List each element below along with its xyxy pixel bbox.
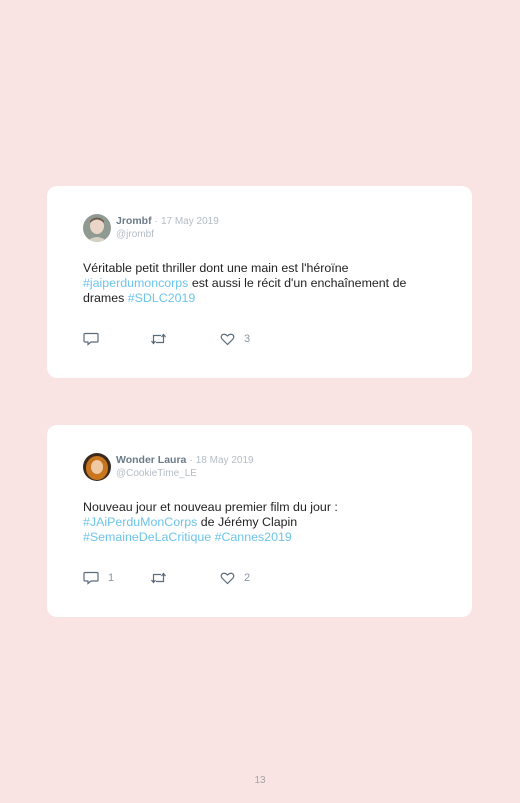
tweet-date[interactable]: 17 May 2019 <box>161 216 219 227</box>
hashtag-link[interactable]: #SemaineDeLaCritique <box>83 530 211 544</box>
separator-dot: · <box>154 215 159 227</box>
retweet-icon <box>151 333 166 345</box>
tweet-text: Véritable petit thriller dont une main e… <box>83 261 443 306</box>
tweet-actions: 1 2 <box>83 571 383 587</box>
reply-icon <box>83 571 99 585</box>
tweet-header: Jrombf · 17 May 2019 @jrombf <box>83 214 219 242</box>
avatar[interactable] <box>83 214 111 242</box>
page-number: 13 <box>254 775 266 786</box>
hashtag-link[interactable]: #Cannes2019 <box>215 530 292 544</box>
tweet-card: Jrombf · 17 May 2019 @jrombf Véritable p… <box>47 186 472 378</box>
retweet-button[interactable] <box>150 332 176 346</box>
author-handle[interactable]: @jrombf <box>116 228 219 241</box>
like-count: 3 <box>244 333 251 345</box>
tweet-actions: 3 <box>83 332 383 348</box>
tweet-text-segment: Véritable petit thriller dont une main e… <box>83 261 349 275</box>
like-count: 2 <box>244 572 251 584</box>
tweet-header: Wonder Laura · 18 May 2019 @CookieTime_L… <box>83 453 254 481</box>
tweet-author-block: Wonder Laura · 18 May 2019 @CookieTime_L… <box>116 454 254 480</box>
author-name[interactable]: Jrombf <box>116 215 152 227</box>
tweet-text: Nouveau jour et nouveau premier film du … <box>83 500 443 545</box>
tweet-author-block: Jrombf · 17 May 2019 @jrombf <box>116 215 219 241</box>
avatar[interactable] <box>83 453 111 481</box>
reply-button[interactable] <box>83 332 108 346</box>
like-button[interactable]: 3 <box>220 332 250 346</box>
hashtag-link[interactable]: #jaiperdumoncorps <box>83 276 188 290</box>
author-handle[interactable]: @CookieTime_LE <box>116 467 254 480</box>
hashtag-link[interactable]: #SDLC2019 <box>128 291 196 305</box>
tweet-card: Wonder Laura · 18 May 2019 @CookieTime_L… <box>47 425 472 617</box>
heart-icon <box>220 572 235 585</box>
tweet-date[interactable]: 18 May 2019 <box>196 455 254 466</box>
like-button[interactable]: 2 <box>220 571 250 585</box>
heart-icon <box>220 333 235 346</box>
hashtag-link[interactable]: #JAiPerduMonCorps <box>83 515 197 529</box>
separator-dot: · <box>189 454 193 466</box>
retweet-icon <box>151 572 166 584</box>
reply-count: 1 <box>108 572 115 584</box>
retweet-button[interactable] <box>150 571 176 585</box>
author-name[interactable]: Wonder Laura <box>116 454 186 466</box>
tweet-text-segment: de Jérémy Clapin <box>197 515 298 529</box>
reply-icon <box>83 332 99 346</box>
tweet-text-segment: Nouveau jour et nouveau premier film du … <box>83 500 338 514</box>
reply-button[interactable]: 1 <box>83 571 114 585</box>
